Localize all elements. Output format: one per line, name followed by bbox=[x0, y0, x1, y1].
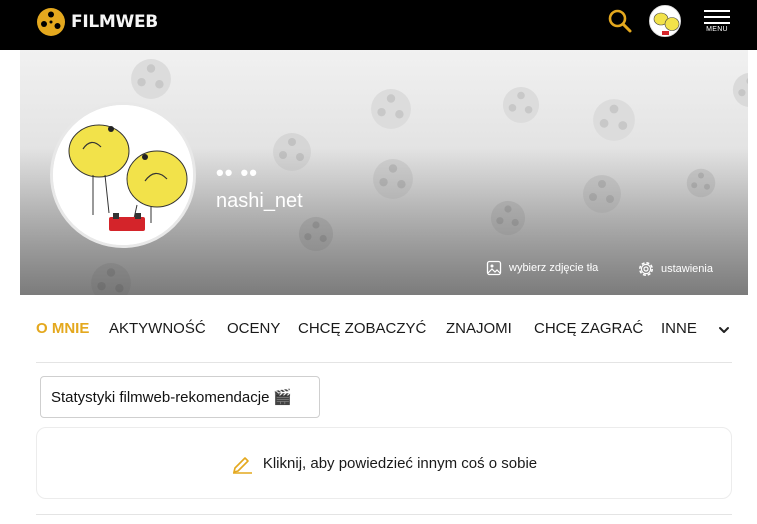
choose-background-label: wybierz zdjęcie tła bbox=[509, 262, 599, 274]
profile-tabs: O MNIE AKTYWNOŚĆ OCENY CHCĘ ZOBACZYĆ ZNA… bbox=[36, 310, 732, 363]
clapperboard-icon: 🎬 bbox=[273, 389, 293, 406]
stats-button-label: Statystyki filmweb-rekomendacje bbox=[51, 388, 270, 406]
menu-label: MENU bbox=[706, 26, 728, 33]
image-icon bbox=[486, 260, 502, 276]
profile-banner: •• •• nashi_net wybierz zdjęcie tła usta… bbox=[20, 50, 748, 295]
menu-bar-line bbox=[704, 22, 730, 24]
profile-username: nashi_net bbox=[216, 190, 303, 212]
user-avatar[interactable] bbox=[649, 5, 681, 37]
tab-ratings[interactable]: OCENY bbox=[227, 320, 280, 337]
search-button[interactable] bbox=[605, 6, 635, 36]
about-me-prompt: Kliknij, aby powiedzieć innym coś o sobi… bbox=[262, 454, 538, 472]
gear-icon bbox=[639, 262, 653, 276]
tab-activity[interactable]: AKTYWNOŚĆ bbox=[109, 320, 206, 337]
chevron-down-icon[interactable] bbox=[716, 322, 732, 338]
tab-want-to-play[interactable]: CHCĘ ZAGRAĆ bbox=[534, 320, 643, 337]
about-me-edit-box[interactable]: Kliknij, aby powiedzieć innym coś o sobi… bbox=[36, 427, 732, 499]
section-divider bbox=[36, 514, 732, 515]
search-icon bbox=[608, 9, 632, 33]
brand-name: FILMWEB bbox=[71, 12, 158, 32]
tab-about-me[interactable]: O MNIE bbox=[36, 320, 89, 337]
pencil-edit-icon bbox=[232, 457, 252, 474]
menu-bar-line bbox=[704, 10, 730, 12]
tab-other[interactable]: INNE bbox=[661, 320, 697, 337]
profile-avatar[interactable] bbox=[50, 102, 196, 248]
settings-label: ustawienia bbox=[661, 263, 713, 275]
avatar-illustration bbox=[650, 6, 680, 36]
recommendation-stats-button[interactable]: Statystyki filmweb-rekomendacje 🎬 bbox=[40, 376, 320, 418]
choose-background-button[interactable]: wybierz zdjęcie tła bbox=[486, 260, 598, 276]
avatar-illustration bbox=[53, 105, 193, 245]
menu-bar-line bbox=[704, 16, 730, 18]
film-reel-logo-icon bbox=[37, 8, 65, 36]
profile-display-name: •• •• bbox=[216, 160, 258, 185]
tab-want-to-see[interactable]: CHCĘ ZOBACZYĆ bbox=[298, 320, 426, 337]
settings-button[interactable]: ustawienia bbox=[637, 260, 713, 278]
tab-friends[interactable]: ZNAJOMI bbox=[446, 320, 512, 337]
filmweb-logo[interactable]: FILMWEB bbox=[36, 7, 158, 37]
menu-button[interactable]: MENU bbox=[700, 6, 734, 38]
top-navigation-bar: FILMWEB MENU bbox=[0, 0, 757, 50]
